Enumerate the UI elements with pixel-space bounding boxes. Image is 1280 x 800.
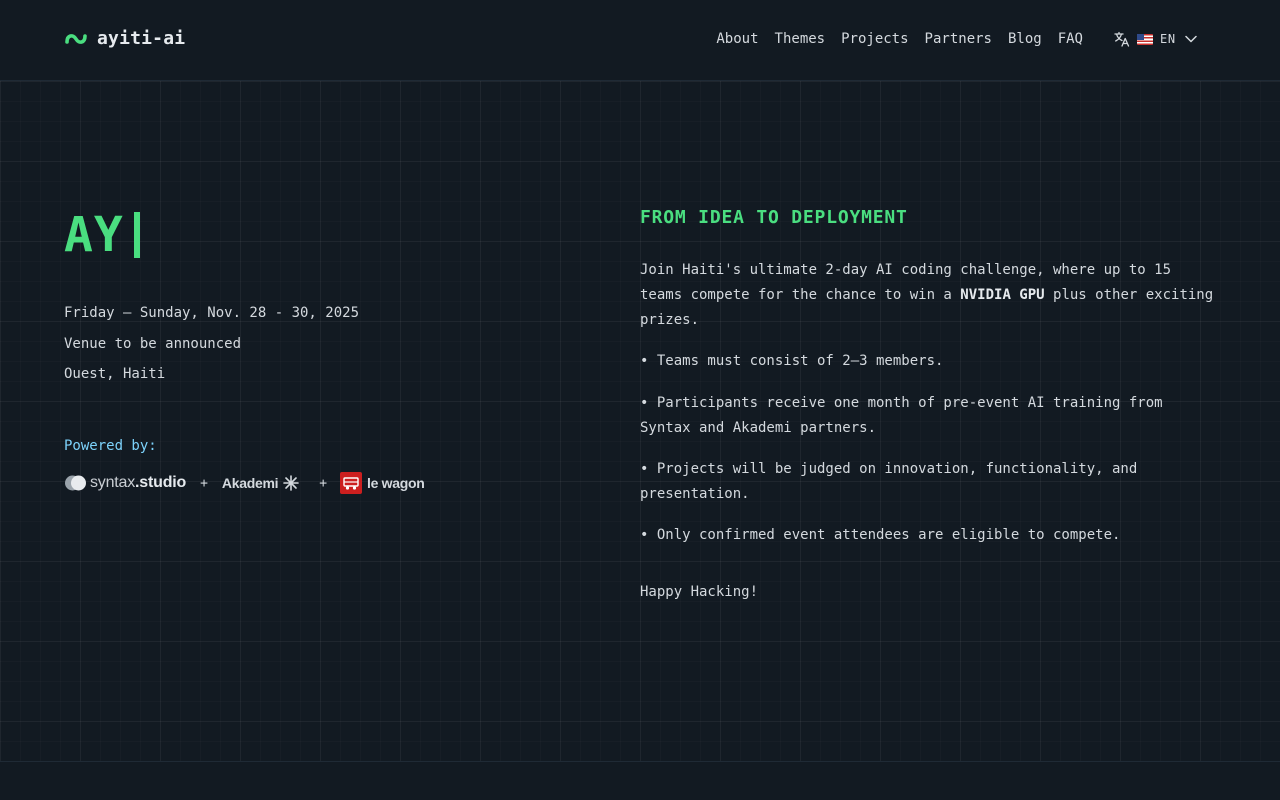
us-flag-icon <box>1137 33 1153 45</box>
event-venue: Venue to be announced <box>64 335 242 352</box>
nav-about[interactable]: About <box>716 31 758 47</box>
le-wagon-badge-icon <box>340 472 363 494</box>
closing-text: Happy Hacking! <box>640 584 759 600</box>
prize-highlight: NVIDIA GPU <box>960 287 1045 303</box>
brand-logo-link[interactable]: ayiti-ai <box>65 28 185 49</box>
syntax-wordmark-bold: .studio <box>135 474 187 491</box>
translate-icon <box>1114 31 1130 47</box>
event-location: Ouest, Haiti <box>64 366 166 382</box>
details-heading: FROM IDEA TO DEPLOYMENT <box>640 207 908 228</box>
main-nav: About Themes Projects Partners Blog FAQ <box>716 31 1083 47</box>
rule-item: • Teams must consist of 2–3 members. <box>640 353 944 369</box>
site-footer <box>0 762 1280 800</box>
tilde-logo-icon <box>65 33 87 44</box>
rule-item: • Only confirmed event attendees are eli… <box>640 527 1121 543</box>
brand-name: ayiti-ai <box>97 28 186 49</box>
plus-separator: + <box>319 475 328 491</box>
powered-by-label: Powered by: <box>64 438 157 454</box>
event-date: Friday – Sunday, Nov. 28 - 30, 2025 <box>64 305 360 321</box>
nav-themes[interactable]: Themes <box>775 31 826 47</box>
nav-partners[interactable]: Partners <box>925 31 992 47</box>
nav-blog[interactable]: Blog <box>1008 31 1042 47</box>
rule-item: • Participants receive one month of pre-… <box>640 395 1163 436</box>
hero-title: AY <box>64 205 359 265</box>
intro-paragraph: Join Haiti's ultimate 2-day AI coding ch… <box>640 258 1220 333</box>
le-wagon-logo[interactable]: le wagon <box>340 472 425 494</box>
akademi-wordmark: Akademi <box>221 475 279 491</box>
language-code: EN <box>1160 32 1176 46</box>
le-wagon-wordmark: le wagon <box>367 475 425 491</box>
rule-item: • Projects will be judged on innovation,… <box>640 461 1138 502</box>
asterisk-icon <box>283 475 299 491</box>
hero-title-text: AY <box>64 207 124 263</box>
site-header: ayiti-ai About Themes Projects Partners … <box>0 0 1280 81</box>
event-details: FROM IDEA TO DEPLOYMENT Join Haiti's ult… <box>640 207 1220 605</box>
event-info: Friday – Sunday, Nov. 28 - 30, 2025 Venu… <box>64 298 359 390</box>
typing-cursor <box>133 212 140 258</box>
sponsor-logos: syntax .studio + Akademi + le wagon <box>64 471 425 495</box>
nav-projects[interactable]: Projects <box>841 31 908 47</box>
plus-separator: + <box>200 475 208 491</box>
syntax-wordmark-light: syntax <box>90 474 136 491</box>
syntax-studio-logo[interactable]: syntax .studio <box>64 474 186 492</box>
nav-faq[interactable]: FAQ <box>1058 31 1083 47</box>
language-selector[interactable]: EN <box>1114 31 1197 47</box>
syntax-circles-icon <box>65 475 86 491</box>
chevron-down-icon <box>1184 35 1197 43</box>
akademi-logo[interactable]: Akademi <box>222 475 299 491</box>
hero-section: AY Friday – Sunday, Nov. 28 - 30, 2025 V… <box>64 205 359 390</box>
